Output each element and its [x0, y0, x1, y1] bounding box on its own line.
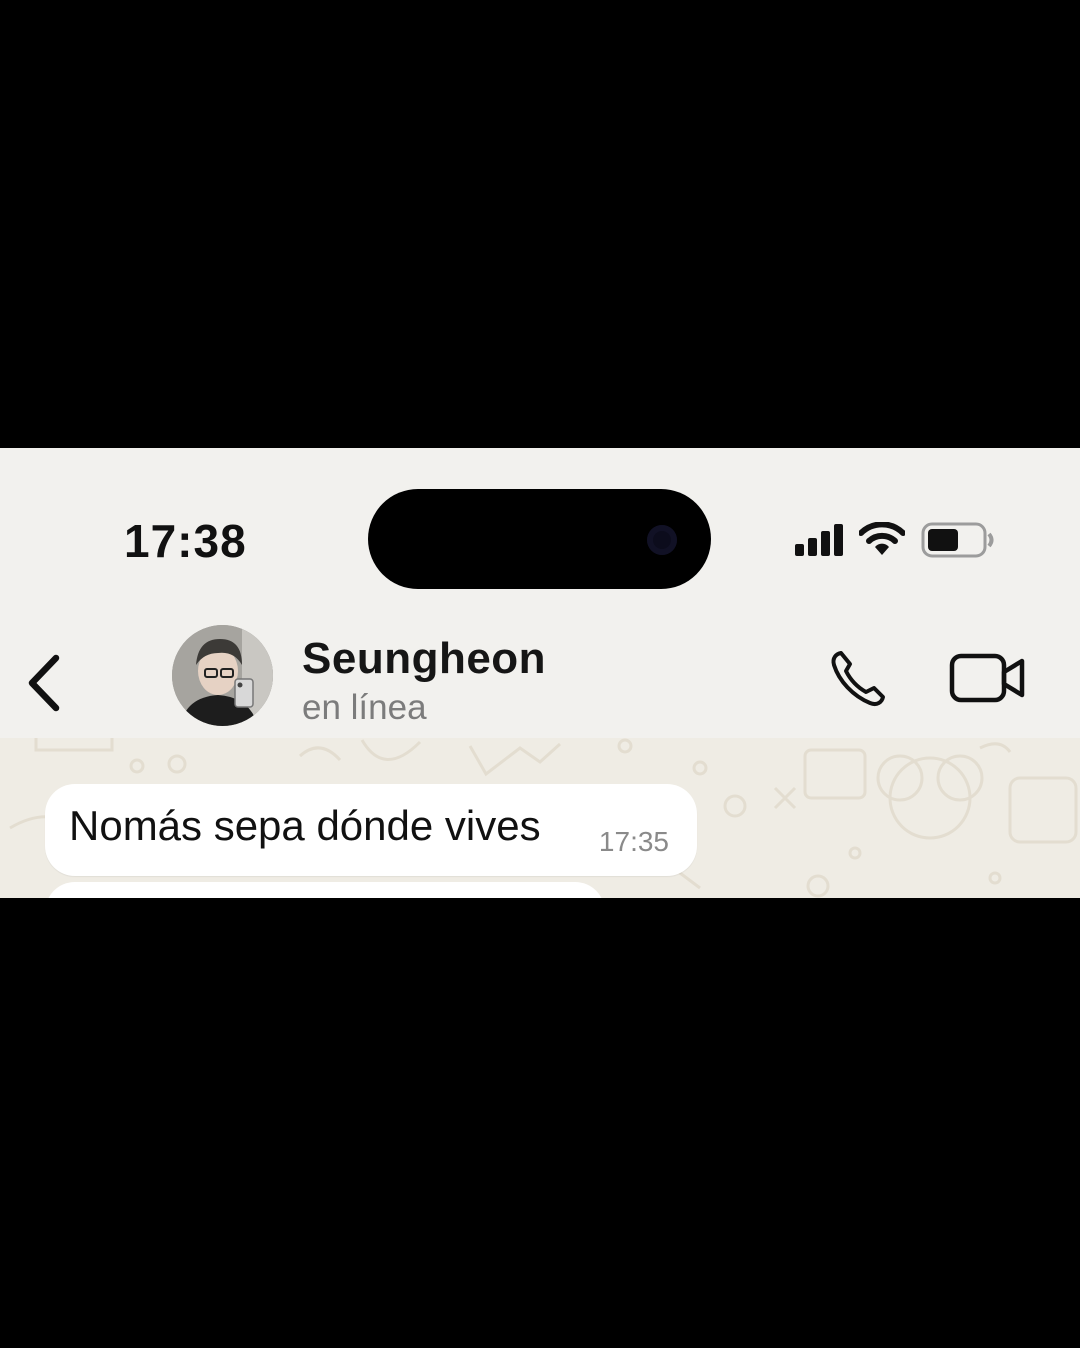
dynamic-island: [368, 489, 711, 589]
cellular-signal-icon: [795, 524, 843, 556]
chat-area[interactable]: Nomás sepa dónde vives 17:35: [0, 738, 1080, 898]
avatar[interactable]: [172, 625, 273, 726]
battery-icon: [921, 522, 994, 558]
message-bubble-partial: [45, 882, 605, 898]
status-bar: 17:38: [0, 448, 1080, 608]
presence-status: en línea: [302, 688, 427, 727]
message-text: Nomás sepa dónde vives: [69, 802, 541, 849]
message-timestamp: 17:35: [598, 826, 669, 857]
contact-name[interactable]: Seungheon: [302, 634, 546, 684]
phone-icon[interactable]: [826, 648, 892, 708]
video-camera-icon[interactable]: [948, 650, 1028, 706]
avatar-photo: [172, 625, 273, 726]
wifi-icon: [859, 522, 905, 555]
back-chevron-icon[interactable]: [22, 650, 66, 716]
status-time: 17:38: [124, 515, 247, 567]
phone-screen: 17:38 Seungheon en línea Nomás sepa dónd…: [0, 448, 1080, 898]
message-bubble-incoming[interactable]: Nomás sepa dónde vives 17:35: [45, 784, 697, 876]
chat-header: Seungheon en línea: [0, 618, 1080, 738]
camera-lens-icon: [647, 525, 677, 555]
